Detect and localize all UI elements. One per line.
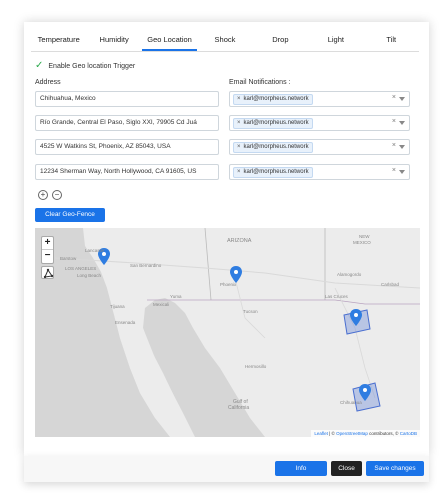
zoom-out-button[interactable]: − [42,250,53,263]
close-button[interactable]: Close [331,461,362,476]
tab-humidity[interactable]: Humidity [86,30,141,51]
info-button[interactable]: Info [275,461,327,476]
email-chip: × karl@morpheus.network [233,118,313,129]
add-row-icon[interactable]: + [38,190,48,200]
zoom-control: + − [41,236,54,264]
map-label-los-angeles: LOS ANGELES [65,266,96,271]
geo-trigger-toggle[interactable]: ✓ Enable Geo location Trigger [35,61,135,71]
email-chip: × karl@morpheus.network [233,94,313,105]
tab-geo-location[interactable]: Geo Location [141,30,198,51]
chip-remove-icon[interactable]: × [237,95,241,104]
address-field[interactable]: 4525 W Watkins St, Phoenix, AZ 85043, US… [35,139,219,155]
tab-bar: Temperature Humidity Geo Location Shock … [31,30,419,52]
map-label-san-bernardino: San Bernardino [130,263,162,268]
cartodb-link[interactable]: CartoDB [400,431,417,436]
map-label-chihuahua: Chihuahua [340,400,362,405]
attribution-contributors: contributors, © [367,431,400,436]
map-label-long-beach: Long Beach [77,273,102,278]
clear-icon[interactable]: × [392,167,396,174]
save-changes-button[interactable]: Save changes [366,461,424,476]
map-label-hermosillo: Hermosillo [245,364,267,369]
email-chip: × karl@morpheus.network [233,167,313,178]
map-label-mexicali: Mexicali [153,302,169,307]
email-chip-label: karl@morpheus.network [243,120,309,126]
email-notifications-label: Email Notifications : [229,79,291,86]
tab-temperature[interactable]: Temperature [31,30,86,51]
checkmark-icon: ✓ [35,60,44,71]
map-label-las-cruces: Las Cruces [325,294,349,299]
map-view[interactable]: ARIZONA NEW MEXICO Phoenix Tucson LOS ANG… [35,228,420,437]
draw-polygon-button[interactable] [41,266,54,279]
email-chip-label: karl@morpheus.network [243,169,309,175]
chevron-down-icon[interactable] [399,170,405,174]
map-attribution: Leaflet | © OpenStreetMap contributors, … [311,430,420,437]
map-label-tucson: Tucson [243,309,258,314]
chip-remove-icon[interactable]: × [237,168,241,177]
osm-link[interactable]: OpenStreetMap [336,431,368,436]
map-label-yuma: Yuma [170,294,182,299]
clear-icon[interactable]: × [392,118,396,125]
email-chip-label: karl@morpheus.network [243,144,309,150]
tab-drop[interactable]: Drop [253,30,308,51]
map-label-barstow: Barstow [60,256,77,261]
clear-icon[interactable]: × [392,142,396,149]
map-label-ensenada: Ensenada [115,320,136,325]
chevron-down-icon[interactable] [399,97,405,101]
clear-icon[interactable]: × [392,94,396,101]
map-label-tijuana: Tijuana [110,304,125,309]
tab-tilt[interactable]: Tilt [364,30,419,51]
map-label-carlsbad: Carlsbad [381,282,400,287]
attribution-separator: | © [327,431,337,436]
email-select[interactable]: × karl@morpheus.network × [229,164,410,180]
tab-shock[interactable]: Shock [197,30,252,51]
geo-trigger-label: Enable Geo location Trigger [48,62,136,70]
zoom-in-button[interactable]: + [42,237,53,250]
chevron-down-icon[interactable] [399,145,405,149]
email-chip: × karl@morpheus.network [233,142,313,153]
row-controls: + − [38,190,62,200]
address-field[interactable]: 12234 Sherman Way, North Hollywood, CA 9… [35,164,219,180]
email-select[interactable]: × karl@morpheus.network × [229,115,410,131]
address-label: Address [35,79,61,86]
remove-row-icon[interactable]: − [52,190,62,200]
map-canvas: ARIZONA NEW MEXICO Phoenix Tucson LOS ANG… [35,228,420,437]
chip-remove-icon[interactable]: × [237,119,241,128]
draw-polygon-icon [43,268,54,279]
map-label-arizona: ARIZONA [227,238,252,244]
modal-footer: Info Close Save changes [24,456,429,482]
clear-geofence-button[interactable]: Clear Geo-Fence [35,208,105,222]
email-select[interactable]: × karl@morpheus.network × [229,139,410,155]
address-field[interactable]: Río Grande, Central El Paso, Siglo XXI, … [35,115,219,131]
geo-settings-modal: Temperature Humidity Geo Location Shock … [24,22,429,456]
map-label-phoenix: Phoenix [220,282,237,287]
email-chip-label: karl@morpheus.network [243,96,309,102]
map-label-lancaster: Lancaster [85,248,105,253]
email-select[interactable]: × karl@morpheus.network × [229,91,410,107]
chevron-down-icon[interactable] [399,121,405,125]
leaflet-link[interactable]: Leaflet [314,431,328,436]
address-field[interactable]: Chihuahua, Mexico [35,91,219,107]
map-label-alamogordo: Alamogordo [337,272,362,277]
chip-remove-icon[interactable]: × [237,143,241,152]
tab-light[interactable]: Light [308,30,363,51]
